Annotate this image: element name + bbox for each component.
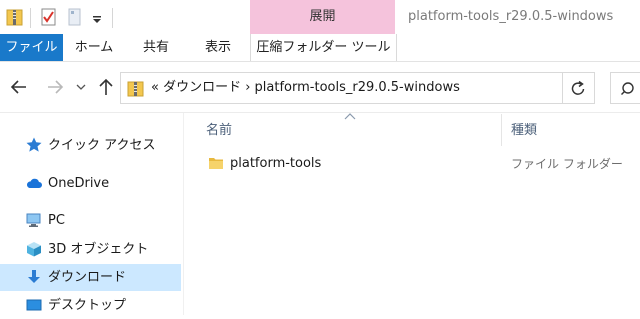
separator: [30, 8, 31, 28]
nav-item-quick-access[interactable]: クイック アクセス: [0, 132, 181, 159]
column-header-type[interactable]: 種類: [511, 121, 537, 141]
tab-file[interactable]: ファイル: [0, 34, 63, 61]
title-bar: 展開 platform-tools_r29.0.5-windows: [0, 0, 640, 34]
window-title: platform-tools_r29.0.5-windows: [408, 9, 614, 24]
computer-icon: [26, 213, 41, 227]
nav-item-downloads[interactable]: ダウンロード: [0, 264, 181, 291]
nav-item-label: クイック アクセス: [48, 138, 156, 153]
context-tab-extract: 展開: [250, 0, 395, 34]
star-icon: [26, 137, 42, 152]
nav-item-label: 3D オブジェクト: [48, 242, 149, 257]
ribbon-tabs: ファイル ホーム 共有 表示 圧縮フォルダー ツール: [0, 34, 640, 62]
search-icon: [621, 82, 634, 95]
nav-item-label: PC: [48, 213, 65, 228]
search-input[interactable]: [610, 72, 640, 104]
download-icon: [28, 270, 40, 283]
file-row[interactable]: platform-tools ファイル フォルダー: [206, 152, 640, 176]
nav-item-3d-objects[interactable]: 3D オブジェクト: [0, 236, 181, 263]
refresh-icon: [571, 80, 585, 95]
file-type: ファイル フォルダー: [511, 157, 623, 171]
tab-compressed-folder-tools[interactable]: 圧縮フォルダー ツール: [250, 34, 397, 61]
pane-divider[interactable]: [183, 113, 184, 315]
column-header-name[interactable]: 名前: [206, 121, 232, 141]
cube-icon: [27, 242, 41, 257]
recent-locations-chevron-icon[interactable]: [74, 76, 88, 98]
nav-item-onedrive[interactable]: OneDrive: [0, 170, 181, 197]
separator: [112, 8, 113, 28]
address-bar[interactable]: « ダウンロード › platform-tools_r29.0.5-window…: [120, 72, 563, 104]
cloud-icon: [26, 178, 42, 188]
nav-item-label: ダウンロード: [48, 270, 127, 285]
navigation-pane: クイック アクセス OneDrive PC 3D オブジェクト ダウンロード デ…: [0, 113, 183, 315]
back-arrow-icon[interactable]: [8, 76, 30, 98]
file-name: platform-tools: [230, 156, 322, 171]
nav-item-label: OneDrive: [48, 176, 110, 191]
customize-dropdown-icon[interactable]: [90, 7, 104, 27]
desktop-icon: [26, 299, 42, 311]
new-folder-icon[interactable]: [66, 7, 84, 27]
folder-icon: [209, 158, 223, 169]
up-arrow-icon[interactable]: [95, 76, 117, 98]
zip-folder-icon: [127, 81, 144, 97]
sort-ascending-icon: [344, 113, 356, 120]
address-path[interactable]: « ダウンロード › platform-tools_r29.0.5-window…: [151, 73, 460, 103]
navigation-bar: « ダウンロード › platform-tools_r29.0.5-window…: [0, 62, 640, 113]
context-tab-label: 展開: [309, 9, 336, 24]
tab-view[interactable]: 表示: [187, 34, 249, 61]
tab-home[interactable]: ホーム: [63, 34, 125, 61]
column-divider[interactable]: [501, 114, 502, 146]
refresh-button[interactable]: [563, 72, 595, 104]
nav-item-pc[interactable]: PC: [0, 207, 181, 234]
tab-share[interactable]: 共有: [125, 34, 187, 61]
zip-folder-icon: [6, 9, 23, 26]
properties-icon[interactable]: [40, 7, 58, 27]
forward-arrow-icon[interactable]: [44, 76, 66, 98]
